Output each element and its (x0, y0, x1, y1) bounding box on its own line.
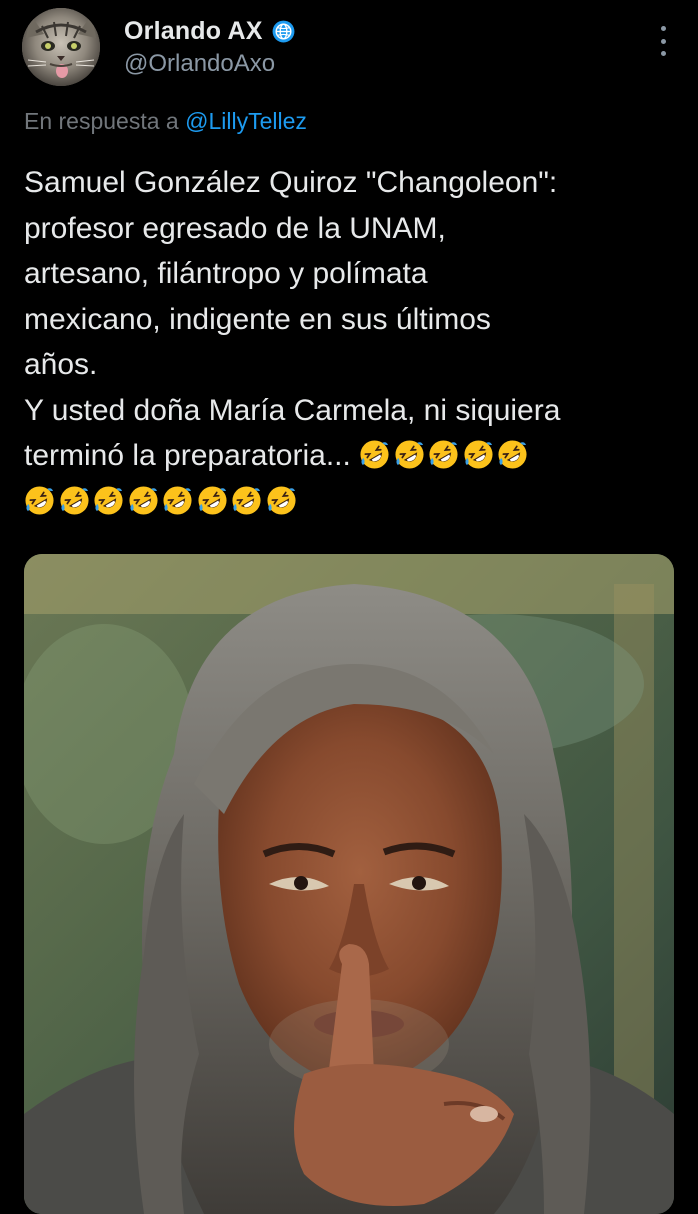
more-dot (660, 38, 666, 44)
cat-avatar-icon (22, 8, 100, 86)
photo-long-haired-man-shushing-icon (24, 554, 674, 1214)
tweet-text-line: Y usted doña María Carmela, ni siquiera (24, 393, 561, 427)
rofl-emoji-icon (266, 485, 297, 516)
rofl-emoji-icon (359, 439, 390, 470)
rofl-emoji-icon (197, 485, 228, 516)
tweet-photo[interactable] (24, 554, 674, 1214)
tweet-text-line: artesano, filántropo y polímata (24, 257, 428, 290)
tweet-text-line: profesor egresado de la UNAM, (24, 211, 446, 245)
more-dot (660, 51, 666, 56)
reply-prefix: En respuesta a (24, 108, 186, 134)
rofl-emoji-icon (428, 439, 459, 470)
tweet: Orlando AX @OrlandoAxo En respuesta a @L… (0, 0, 698, 1214)
rofl-emoji-icon (497, 439, 528, 470)
name-row: Orlando AX (124, 14, 296, 48)
rofl-emoji-icon (59, 485, 90, 516)
verified-badge-icon (271, 19, 296, 44)
tweet-text-line: años. (24, 348, 98, 381)
rofl-emoji-icon (128, 485, 159, 516)
author-handle[interactable]: @OrlandoAxo (124, 50, 296, 78)
tweet-text-line-with-emoji: terminó la preparatoria... (24, 433, 684, 479)
tweet-text-segment: terminó la preparatoria... (24, 439, 351, 472)
more-options-icon[interactable] (658, 26, 668, 56)
tweet-text: Samuel González Quiroz "Changoleon": pro… (24, 160, 684, 524)
reply-mention-link[interactable]: @LillyTellez (185, 108, 307, 134)
rofl-emoji-icon (93, 485, 124, 516)
more-dot (660, 26, 666, 31)
author-avatar[interactable] (22, 8, 100, 86)
rofl-emoji-icon (162, 485, 193, 516)
emoji-group (359, 439, 532, 472)
tweet-text-line: Samuel González Quiroz "Changoleon": (24, 166, 558, 199)
author-info[interactable]: Orlando AX @OrlandoAxo (124, 14, 296, 78)
rofl-emoji-icon (24, 485, 55, 516)
tweet-text-line: mexicano, indigente en sus últimos (24, 302, 491, 336)
rofl-emoji-icon (231, 485, 262, 516)
emoji-line (24, 479, 684, 525)
rofl-emoji-icon (394, 439, 425, 470)
rofl-emoji-icon (463, 439, 494, 470)
display-name[interactable]: Orlando AX (124, 17, 263, 46)
reply-context: En respuesta a @LillyTellez (24, 108, 307, 135)
